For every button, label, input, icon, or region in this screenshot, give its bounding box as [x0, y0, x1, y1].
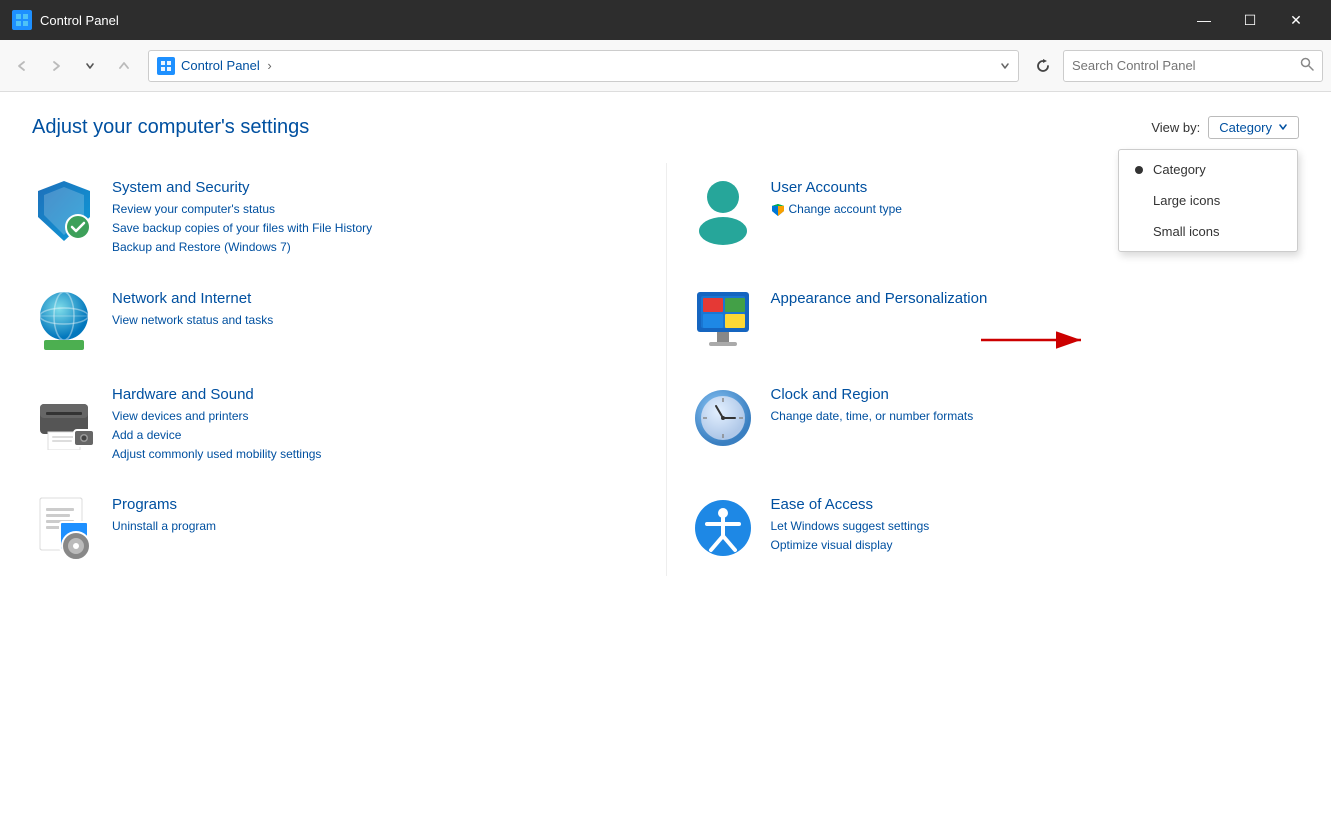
network-content: Network and Internet View network status…: [112, 290, 626, 330]
hardware-link-2[interactable]: Add a device: [112, 426, 626, 445]
programs-link-1[interactable]: Uninstall a program: [112, 517, 626, 536]
programs-content: Programs Uninstall a program: [112, 496, 626, 536]
menu-item-large-icons-label: Large icons: [1153, 193, 1220, 208]
address-path: Control Panel ›: [181, 58, 996, 73]
window-title: Control Panel: [40, 13, 1181, 28]
hardware-link-3[interactable]: Adjust commonly used mobility settings: [112, 445, 626, 464]
forward-button[interactable]: [42, 52, 70, 80]
back-button[interactable]: [8, 52, 36, 80]
titlebar: Control Panel — ☐ ✕: [0, 0, 1331, 40]
menu-item-small-icons-label: Small icons: [1153, 224, 1219, 239]
category-appearance: Appearance and Personalization: [666, 274, 1300, 370]
user-accounts-link-1[interactable]: Change account type: [789, 200, 902, 219]
minimize-button[interactable]: —: [1181, 0, 1227, 40]
category-programs: Programs Uninstall a program: [32, 480, 666, 576]
address-dropdown-icon[interactable]: [1000, 61, 1010, 71]
category-ease: Ease of Access Let Windows suggest setti…: [666, 480, 1300, 576]
close-button[interactable]: ✕: [1273, 0, 1319, 40]
refresh-button[interactable]: [1029, 52, 1057, 80]
viewby-current: Category: [1219, 120, 1272, 135]
address-icon: [157, 57, 175, 75]
system-security-icon: [32, 179, 96, 243]
appearance-title[interactable]: Appearance and Personalization: [771, 290, 1300, 307]
network-icon: [32, 290, 96, 354]
appearance-icon: [691, 290, 755, 354]
user-accounts-icon: [691, 179, 755, 243]
category-hardware: Hardware and Sound View devices and prin…: [32, 370, 666, 481]
system-security-link-3[interactable]: Backup and Restore (Windows 7): [112, 238, 626, 257]
network-link-1[interactable]: View network status and tasks: [112, 311, 626, 330]
hardware-icon: [32, 386, 96, 450]
viewby-label: View by:: [1151, 120, 1200, 135]
clock-link-1[interactable]: Change date, time, or number formats: [771, 407, 1300, 426]
window-controls: — ☐ ✕: [1181, 0, 1319, 40]
menu-item-large-icons[interactable]: Large icons: [1119, 185, 1297, 216]
ease-icon: [691, 496, 755, 560]
system-security-content: System and Security Review your computer…: [112, 179, 626, 258]
windows-shield-icon: [771, 203, 785, 217]
hardware-content: Hardware and Sound View devices and prin…: [112, 386, 626, 465]
appearance-content: Appearance and Personalization: [771, 290, 1300, 311]
category-clock: Clock and Region Change date, time, or n…: [666, 370, 1300, 481]
hardware-link-1[interactable]: View devices and printers: [112, 407, 626, 426]
search-box[interactable]: [1063, 50, 1323, 82]
page-title: Adjust your computer's settings: [32, 116, 1299, 139]
network-title[interactable]: Network and Internet: [112, 290, 626, 307]
category-system-security: System and Security Review your computer…: [32, 163, 666, 274]
clock-title[interactable]: Clock and Region: [771, 386, 1300, 403]
categories-grid: System and Security Review your computer…: [32, 163, 1299, 576]
ease-title[interactable]: Ease of Access: [771, 496, 1300, 513]
ease-link-2[interactable]: Optimize visual display: [771, 536, 1300, 555]
clock-content: Clock and Region Change date, time, or n…: [771, 386, 1300, 426]
viewby-dropdown[interactable]: Category Category Large icons Small icon…: [1208, 116, 1299, 139]
maximize-button[interactable]: ☐: [1227, 0, 1273, 40]
address-bar[interactable]: Control Panel ›: [148, 50, 1019, 82]
menu-item-category[interactable]: Category: [1119, 154, 1297, 185]
recent-locations-button[interactable]: [76, 52, 104, 80]
search-icon: [1300, 57, 1314, 74]
clock-icon: [691, 386, 755, 450]
ease-link-1[interactable]: Let Windows suggest settings: [771, 517, 1300, 536]
up-button[interactable]: [110, 52, 138, 80]
viewby-chevron-icon: [1278, 120, 1288, 135]
search-input[interactable]: [1072, 58, 1300, 73]
system-security-link-1[interactable]: Review your computer's status: [112, 200, 626, 219]
system-security-title[interactable]: System and Security: [112, 179, 626, 196]
category-network: Network and Internet View network status…: [32, 274, 666, 370]
menu-item-small-icons[interactable]: Small icons: [1119, 216, 1297, 247]
system-security-link-2[interactable]: Save backup copies of your files with Fi…: [112, 219, 626, 238]
app-icon: [12, 10, 32, 30]
ease-content: Ease of Access Let Windows suggest setti…: [771, 496, 1300, 555]
selected-bullet: [1135, 166, 1143, 174]
toolbar: Control Panel ›: [0, 40, 1331, 92]
hardware-title[interactable]: Hardware and Sound: [112, 386, 626, 403]
viewby-row: View by: Category Category Large icons S…: [1151, 116, 1299, 139]
menu-item-category-label: Category: [1153, 162, 1206, 177]
programs-title[interactable]: Programs: [112, 496, 626, 513]
programs-icon: [32, 496, 96, 560]
viewby-menu: Category Large icons Small icons: [1118, 149, 1298, 252]
main-content: Adjust your computer's settings View by:…: [0, 92, 1331, 831]
